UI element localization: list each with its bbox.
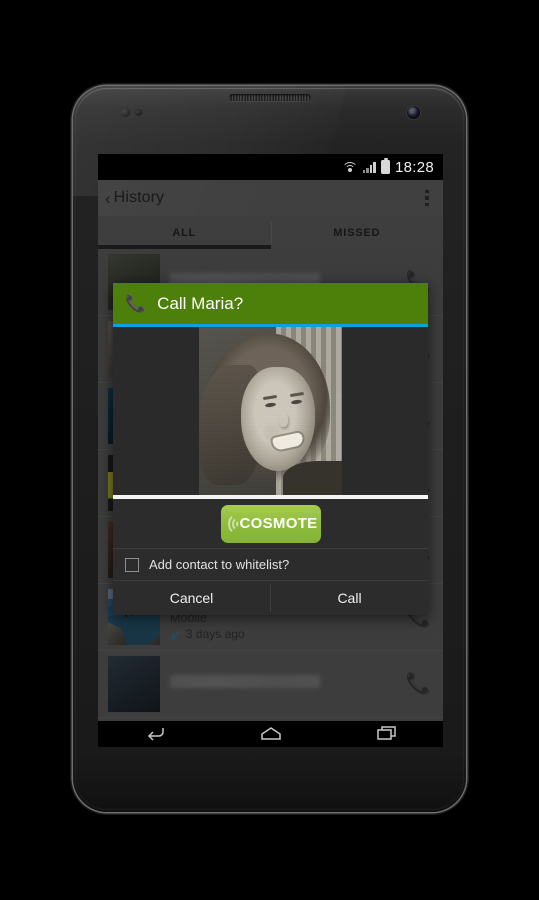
phone-device: 18:28 ‹ History ALL MISSED 📞 Mobile ↙ 3 … xyxy=(73,86,466,812)
cosmote-logo-text: COSMOTE xyxy=(239,515,318,532)
portrait-grain xyxy=(199,327,342,495)
home-icon[interactable] xyxy=(254,725,288,743)
phone-icon: 📞 xyxy=(125,294,147,313)
cancel-button[interactable]: Cancel xyxy=(113,581,270,615)
back-icon[interactable] xyxy=(139,725,173,743)
battery-icon xyxy=(380,157,390,174)
recent-apps-icon[interactable] xyxy=(369,725,403,743)
call-confirmation-dialog: 📞 Call Maria? COSMOTE Add contact to whi… xyxy=(113,283,428,615)
wifi-icon xyxy=(341,161,358,173)
cosmote-rings-icon xyxy=(227,509,250,539)
contact-portrait xyxy=(199,327,342,495)
navigation-bar xyxy=(98,721,443,747)
earpiece-speaker xyxy=(228,94,311,101)
status-bar: 18:28 xyxy=(98,154,443,180)
contact-photo-area xyxy=(113,327,428,495)
signal-icon xyxy=(362,161,376,173)
whitelist-checkbox[interactable] xyxy=(125,557,139,572)
status-bar-clock: 18:28 xyxy=(394,158,434,176)
light-sensor-icon xyxy=(135,109,142,116)
front-camera-icon xyxy=(407,106,420,119)
whitelist-checkbox-label: Add contact to whitelist? xyxy=(149,557,290,572)
dialog-title: Call Maria? xyxy=(157,293,244,313)
proximity-sensor-icon xyxy=(121,108,130,117)
call-button[interactable]: Call xyxy=(271,581,428,615)
dialog-button-row: Cancel Call xyxy=(113,581,428,615)
history-app: ‹ History ALL MISSED 📞 Mobile ↙ 3 days a… xyxy=(98,180,443,721)
dialog-header: 📞 Call Maria? xyxy=(113,283,428,324)
cosmote-logo: COSMOTE xyxy=(220,504,321,543)
whitelist-checkbox-row[interactable]: Add contact to whitelist? xyxy=(113,549,428,581)
phone-screen: 18:28 ‹ History ALL MISSED 📞 Mobile ↙ 3 … xyxy=(98,154,443,747)
carrier-logo-area: COSMOTE xyxy=(113,499,428,549)
